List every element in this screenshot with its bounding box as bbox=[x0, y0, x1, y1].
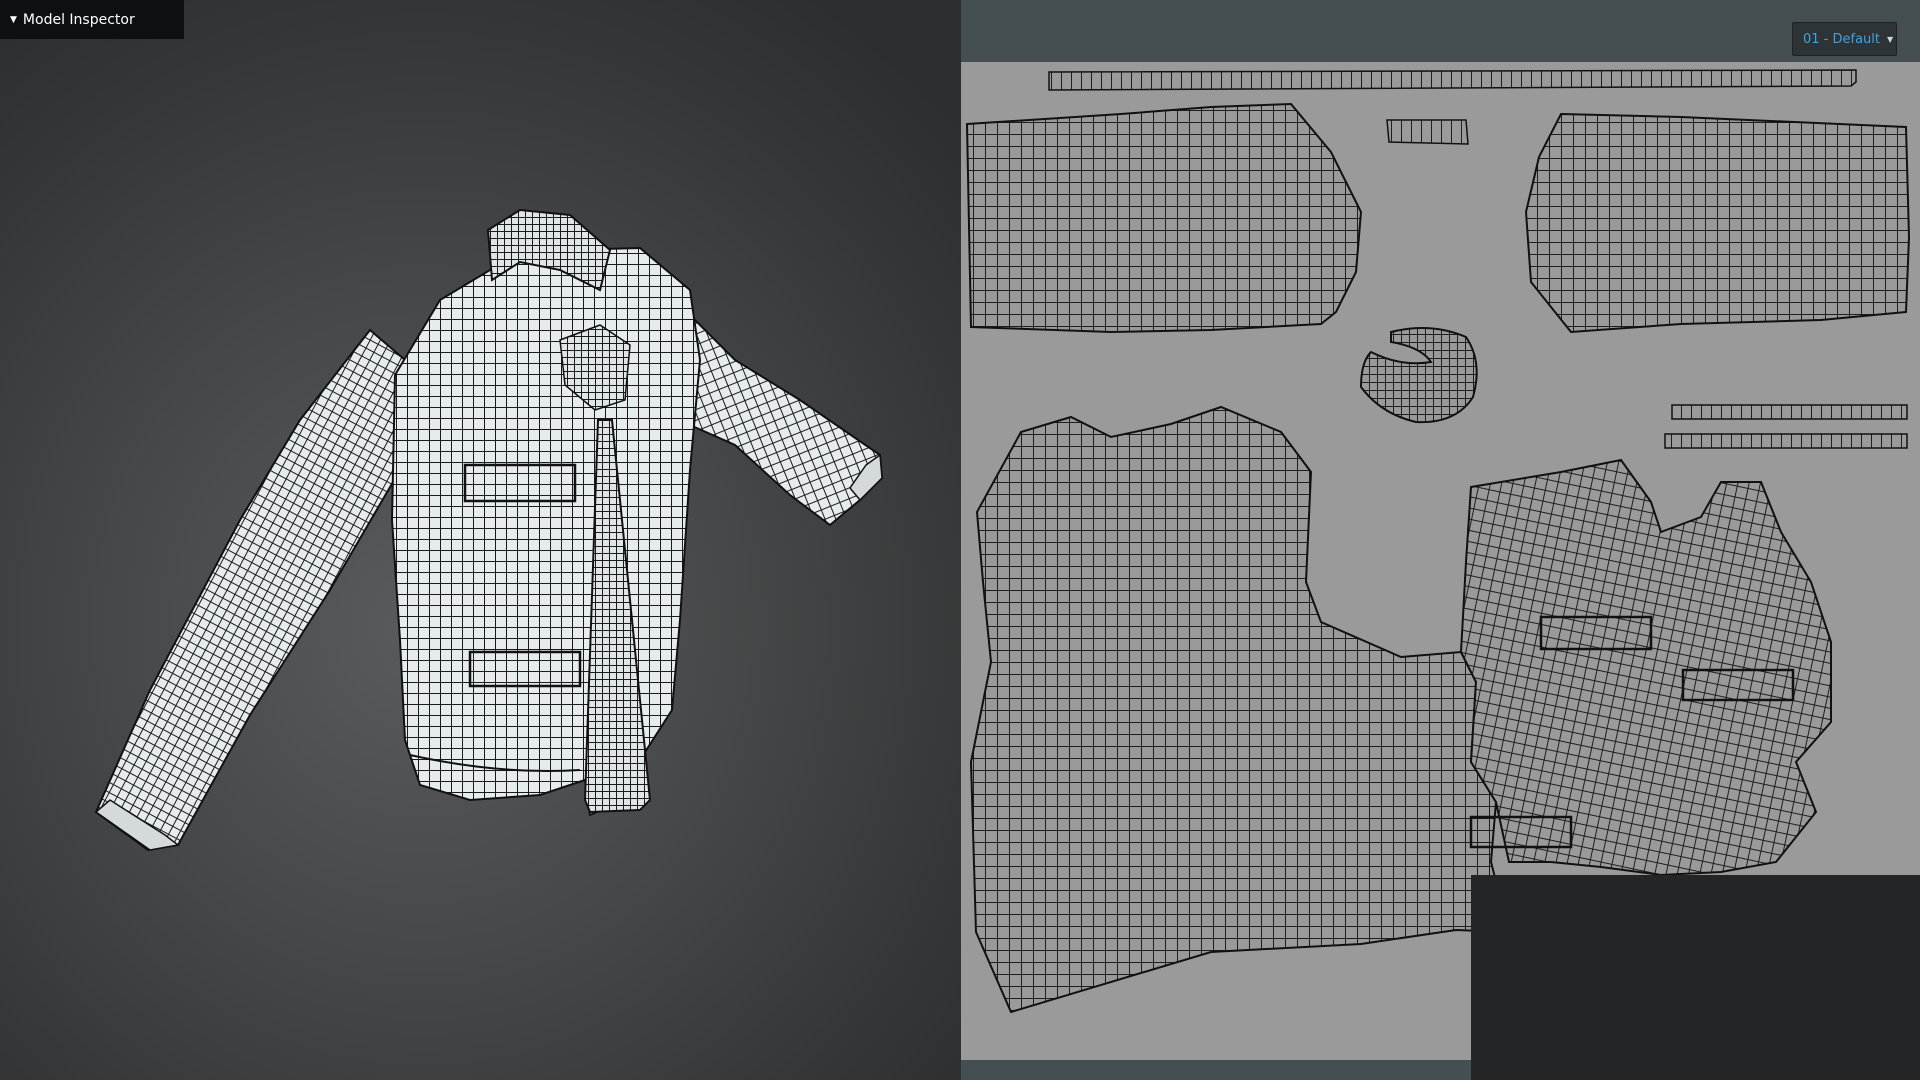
uv-right-sleeve-island bbox=[1524, 112, 1911, 334]
dark-overlay-panel bbox=[1471, 875, 1920, 1080]
model-inspector-toggle[interactable]: ▼ Model Inspector bbox=[0, 0, 184, 39]
uv-front-panel-island bbox=[1459, 458, 1832, 877]
jacket-body-mesh bbox=[390, 246, 702, 817]
uv-strip-2 bbox=[1664, 433, 1908, 449]
uv-collar-ring bbox=[1359, 327, 1478, 424]
uv-editor-panel[interactable]: 01 - Default ▼ bbox=[961, 0, 1920, 1080]
material-dropdown-label: 01 - Default bbox=[1803, 31, 1880, 47]
material-dropdown[interactable]: 01 - Default ▼ bbox=[1792, 22, 1897, 56]
uv-waistband-strip bbox=[1048, 69, 1857, 91]
uv-tab-island bbox=[1386, 119, 1469, 145]
left-sleeve-mesh bbox=[94, 328, 407, 852]
right-sleeve-mesh bbox=[678, 302, 884, 527]
uv-strip-1 bbox=[1671, 404, 1908, 420]
jacket-wireframe-model[interactable] bbox=[0, 0, 961, 1080]
inspector-title: Model Inspector bbox=[22, 11, 135, 28]
3d-viewport[interactable]: ▼ Model Inspector bbox=[0, 0, 961, 1080]
triangle-down-icon: ▼ bbox=[10, 14, 17, 25]
uv-back-body-island bbox=[969, 405, 1511, 1014]
uv-left-sleeve-island bbox=[965, 102, 1363, 334]
chevron-down-icon: ▼ bbox=[1887, 34, 1894, 44]
